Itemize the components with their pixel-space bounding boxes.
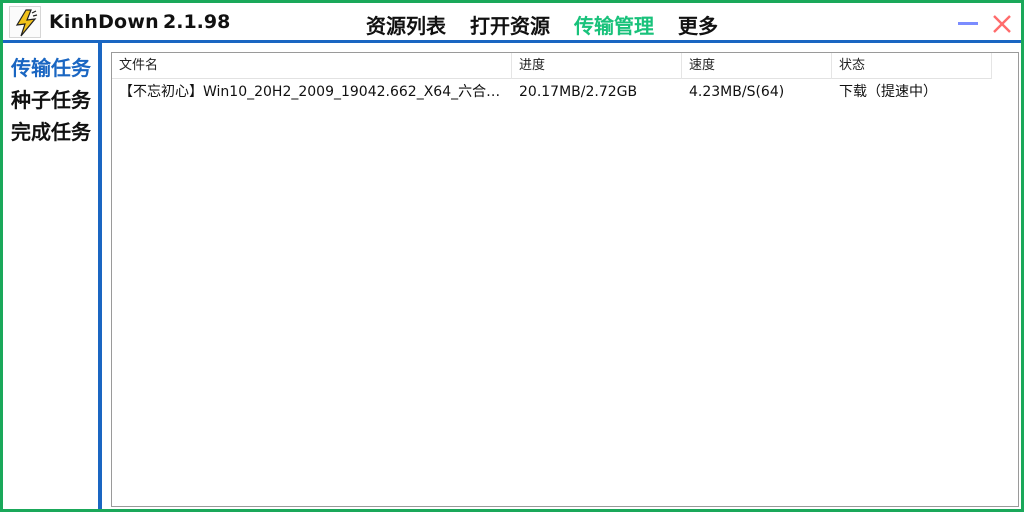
app-version: 2.1.98 [163,11,231,33]
column-header-status[interactable]: 状态 [832,53,992,79]
app-name: KinhDown [49,11,159,33]
lightning-icon [15,9,38,37]
close-button[interactable] [989,11,1015,37]
sidebar-item-transfer-tasks[interactable]: 传输任务 [11,52,91,81]
sidebar-item-torrent-tasks[interactable]: 种子任务 [11,84,91,113]
app-window: KinhDown 2.1.98 资源列表 打开资源 传输管理 更多 传输任务 种… [0,0,1024,512]
app-logo [9,6,41,38]
column-header-speed[interactable]: 速度 [682,53,832,79]
table-row[interactable]: 【不忘初心】Win10_20H2_2009_19042.662_X64_六合一[… [112,80,992,104]
sidebar: 传输任务 种子任务 完成任务 [3,43,102,509]
nav-open-resource[interactable]: 打开资源 [470,10,550,38]
close-icon [993,15,1011,33]
title-bar: KinhDown 2.1.98 资源列表 打开资源 传输管理 更多 [3,3,1021,43]
sidebar-item-completed-tasks[interactable]: 完成任务 [11,116,91,145]
cell-speed: 4.23MB/S(64) [689,84,785,100]
cell-status: 下载（提速中） [839,84,937,100]
task-list[interactable]: 文件名 进度 速度 状态 【不忘初心】Win10_20H2_2009_19042… [111,52,1019,507]
minimize-icon [958,22,978,25]
cell-progress: 20.17MB/2.72GB [519,84,638,100]
column-header-filename[interactable]: 文件名 [112,53,512,79]
cell-filename: 【不忘初心】Win10_20H2_2009_19042.662_X64_六合一[… [119,84,512,100]
column-header-progress[interactable]: 进度 [512,53,682,79]
nav-transfer-manage[interactable]: 传输管理 [574,10,654,38]
minimize-button[interactable] [955,11,981,37]
list-header: 文件名 进度 速度 状态 [112,53,992,79]
nav-more[interactable]: 更多 [678,10,718,38]
nav-resource-list[interactable]: 资源列表 [366,10,446,38]
